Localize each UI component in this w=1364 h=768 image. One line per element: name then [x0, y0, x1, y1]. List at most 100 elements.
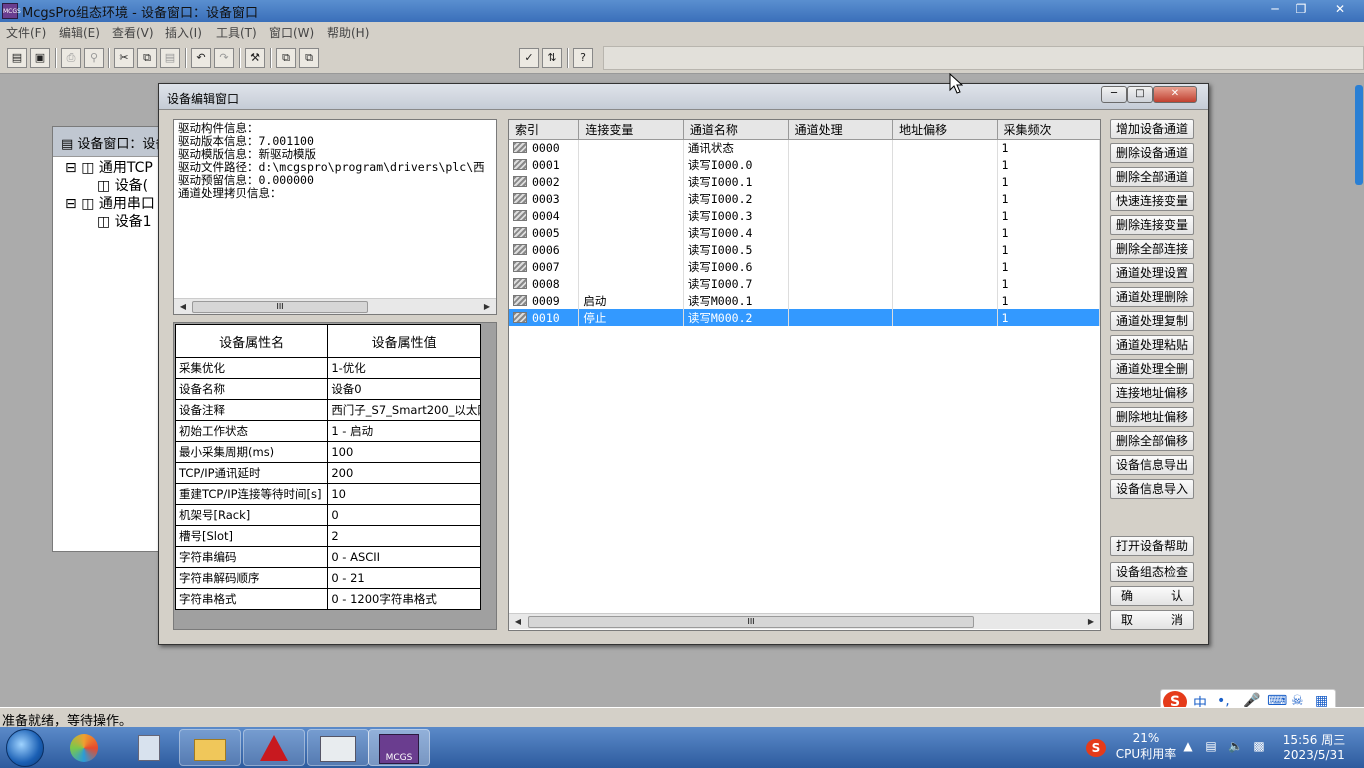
prop-value[interactable]: 200: [327, 462, 481, 484]
sort-icon[interactable]: ⇅: [542, 48, 562, 68]
clock[interactable]: 15:56 周三 2023/5/31: [1276, 731, 1352, 762]
cut-icon[interactable]: ✂: [114, 48, 134, 68]
menu-view[interactable]: 查看(V): [112, 24, 154, 41]
col-freq[interactable]: 采集频次: [997, 120, 1100, 140]
prop-value[interactable]: 0 - ASCII: [327, 546, 481, 568]
scroll-thumb[interactable]: III: [528, 616, 974, 628]
channel-row[interactable]: 0010 停止 读写M000.2 1: [509, 309, 1101, 326]
connect-addr-offset-button[interactable]: 连接地址偏移: [1110, 383, 1194, 403]
menu-file[interactable]: 文件(F): [6, 24, 46, 41]
prop-row[interactable]: 字符串编码 0 - ASCII: [174, 546, 481, 568]
tray-device-icon[interactable]: ▤: [1204, 739, 1218, 753]
help-icon[interactable]: ?: [573, 48, 593, 68]
driver-info-box[interactable]: 驱动构件信息： 驱动版本信息：7.001100 驱动模版信息：新驱动模版 驱动文…: [173, 119, 497, 315]
prop-value[interactable]: 1 - 启动: [327, 420, 481, 442]
scroll-right-icon[interactable]: ▶: [480, 300, 494, 313]
add-channel-button[interactable]: 增加设备通道: [1110, 119, 1194, 139]
channel-proc-delete-button[interactable]: 通道处理删除: [1110, 287, 1194, 307]
prop-value[interactable]: 0 - 21: [327, 567, 481, 589]
autocad-icon[interactable]: [243, 729, 305, 766]
prop-row[interactable]: 最小采集周期(ms) 100: [174, 441, 481, 463]
channel-row[interactable]: 0002 读写I000.1 1: [509, 173, 1101, 190]
mcgs-taskbar-icon[interactable]: MCGS: [368, 729, 430, 766]
col-channel-name[interactable]: 通道名称: [683, 120, 789, 140]
prop-row[interactable]: 机架号[Rack] 0: [174, 504, 481, 526]
close-icon[interactable]: ✕: [1326, 1, 1354, 19]
prop-row[interactable]: 设备名称 设备0: [174, 378, 481, 400]
sogou-tray-icon[interactable]: S: [1086, 739, 1106, 757]
redo-icon[interactable]: ↷: [214, 48, 234, 68]
delete-connect-var-button[interactable]: 删除连接变量: [1110, 215, 1194, 235]
channel-row[interactable]: 0007 读写I000.6 1: [509, 258, 1101, 275]
prop-value[interactable]: 10: [327, 483, 481, 505]
channel-proc-paste-button[interactable]: 通道处理粘贴: [1110, 335, 1194, 355]
scroll-left-icon[interactable]: ◀: [511, 615, 525, 628]
delete-all-connections-button[interactable]: 删除全部连接: [1110, 239, 1194, 259]
col-connect-var[interactable]: 连接变量: [578, 120, 684, 140]
tray-expand-icon[interactable]: ▲: [1182, 739, 1194, 753]
window-cascade-icon[interactable]: ⧉: [276, 48, 296, 68]
prop-value[interactable]: 2: [327, 525, 481, 547]
delete-addr-offset-button[interactable]: 删除地址偏移: [1110, 407, 1194, 427]
print-preview-icon[interactable]: ⚲: [84, 48, 104, 68]
delete-all-channels-button[interactable]: 删除全部通道: [1110, 167, 1194, 187]
plc-software-icon[interactable]: [307, 729, 369, 766]
minimize-icon[interactable]: ─: [1262, 1, 1288, 19]
channel-row[interactable]: 0006 读写I000.5 1: [509, 241, 1101, 258]
col-index[interactable]: 索引: [509, 120, 580, 140]
cpu-widget[interactable]: 21% CPU利用率: [1114, 731, 1178, 762]
prop-row[interactable]: 设备注释 西门子_S7_Smart200_以太网: [174, 399, 481, 421]
delete-channel-button[interactable]: 删除设备通道: [1110, 143, 1194, 163]
channel-proc-delete-all-button[interactable]: 通道处理全删: [1110, 359, 1194, 379]
tree-node-serial[interactable]: ⊟ ◫ 通用串口: [65, 193, 155, 213]
channel-row[interactable]: 0003 读写I000.2 1: [509, 190, 1101, 207]
channel-proc-copy-button[interactable]: 通道处理复制: [1110, 311, 1194, 331]
scroll-right-icon[interactable]: ▶: [1084, 615, 1098, 628]
scroll-thumb[interactable]: III: [192, 301, 368, 313]
info-horizontal-scrollbar[interactable]: ◀ III ▶: [174, 298, 496, 314]
file-explorer-icon[interactable]: [179, 729, 241, 766]
network-icon[interactable]: ▩: [1252, 739, 1266, 753]
paste-icon[interactable]: ▤: [160, 48, 180, 68]
start-orb-icon[interactable]: [6, 729, 44, 767]
dialog-close-icon[interactable]: ✕: [1153, 86, 1197, 103]
channel-row[interactable]: 0005 读写I000.4 1: [509, 224, 1101, 241]
prop-value[interactable]: 100: [327, 441, 481, 463]
menu-tools[interactable]: 工具(T): [216, 24, 257, 41]
menu-help[interactable]: 帮助(H): [327, 24, 369, 41]
scroll-left-icon[interactable]: ◀: [176, 300, 190, 313]
export-device-info-button[interactable]: 设备信息导出: [1110, 455, 1194, 475]
prop-row[interactable]: 字符串格式 0 - 1200字符串格式: [174, 588, 481, 610]
tree-node-device1[interactable]: ◫ 设备1: [97, 211, 152, 231]
channel-row[interactable]: 0000 通讯状态 1: [509, 139, 1101, 156]
channel-list-panel[interactable]: 索引 连接变量 通道名称 通道处理 地址偏移 采集频次 0000 通讯状态 1 000…: [508, 119, 1101, 631]
import-device-info-button[interactable]: 设备信息导入: [1110, 479, 1194, 499]
tree-node-device0[interactable]: ◫ 设备(: [97, 175, 148, 195]
calculator-icon[interactable]: [118, 729, 180, 766]
app-icon[interactable]: MCGS: [2, 3, 21, 19]
window-tile-icon[interactable]: ⧉: [299, 48, 319, 68]
col-channel-proc[interactable]: 通道处理: [788, 120, 894, 140]
undo-icon[interactable]: ↶: [191, 48, 211, 68]
prop-row[interactable]: 重建TCP/IP连接等待时间[s] 10: [174, 483, 481, 505]
device-config-check-button[interactable]: 设备组态检查: [1110, 562, 1194, 582]
cancel-button[interactable]: 取消: [1110, 610, 1194, 630]
browser-icon[interactable]: [54, 729, 116, 766]
prop-row[interactable]: 槽号[Slot] 2: [174, 525, 481, 547]
menu-window[interactable]: 窗口(W): [269, 24, 314, 41]
volume-icon[interactable]: 🔈: [1228, 739, 1243, 753]
tools-icon[interactable]: ⚒: [245, 48, 265, 68]
prop-value[interactable]: 设备0: [327, 378, 481, 400]
prop-row[interactable]: 采集优化 1-优化: [174, 357, 481, 379]
channel-horizontal-scrollbar[interactable]: ◀ III ▶: [509, 613, 1100, 629]
channel-row[interactable]: 0009 启动 读写M000.1 1: [509, 292, 1101, 309]
check-icon[interactable]: ✓: [519, 48, 539, 68]
channel-row[interactable]: 0001 读写I000.0 1: [509, 156, 1101, 173]
desktop-scroll-indicator[interactable]: [1355, 85, 1363, 185]
restore-icon[interactable]: ❐: [1288, 1, 1314, 19]
dialog-minimize-icon[interactable]: ─: [1101, 86, 1127, 103]
prop-row[interactable]: 初始工作状态 1 - 启动: [174, 420, 481, 442]
save-icon[interactable]: ▣: [30, 48, 50, 68]
channel-proc-settings-button[interactable]: 通道处理设置: [1110, 263, 1194, 283]
prop-value[interactable]: 0: [327, 504, 481, 526]
